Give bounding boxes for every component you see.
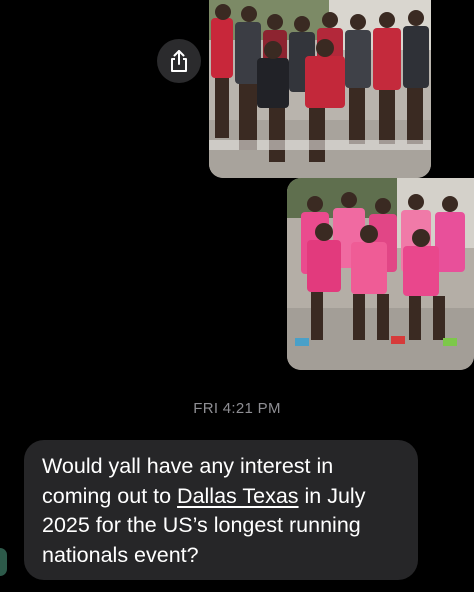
message-timestamp: FRI 4:21 PM <box>193 400 281 417</box>
share-icon <box>171 50 187 72</box>
team-photo-girls[interactable] <box>287 178 474 370</box>
message-bubble[interactable]: Would yall have any interest in coming o… <box>24 440 418 580</box>
contact-avatar[interactable] <box>0 548 7 576</box>
team-photo-boys[interactable] <box>209 0 431 178</box>
message-link-location[interactable]: Dallas Texas <box>177 484 299 508</box>
message-text: Would yall have any interest in coming o… <box>42 452 400 570</box>
share-button[interactable] <box>157 39 201 83</box>
